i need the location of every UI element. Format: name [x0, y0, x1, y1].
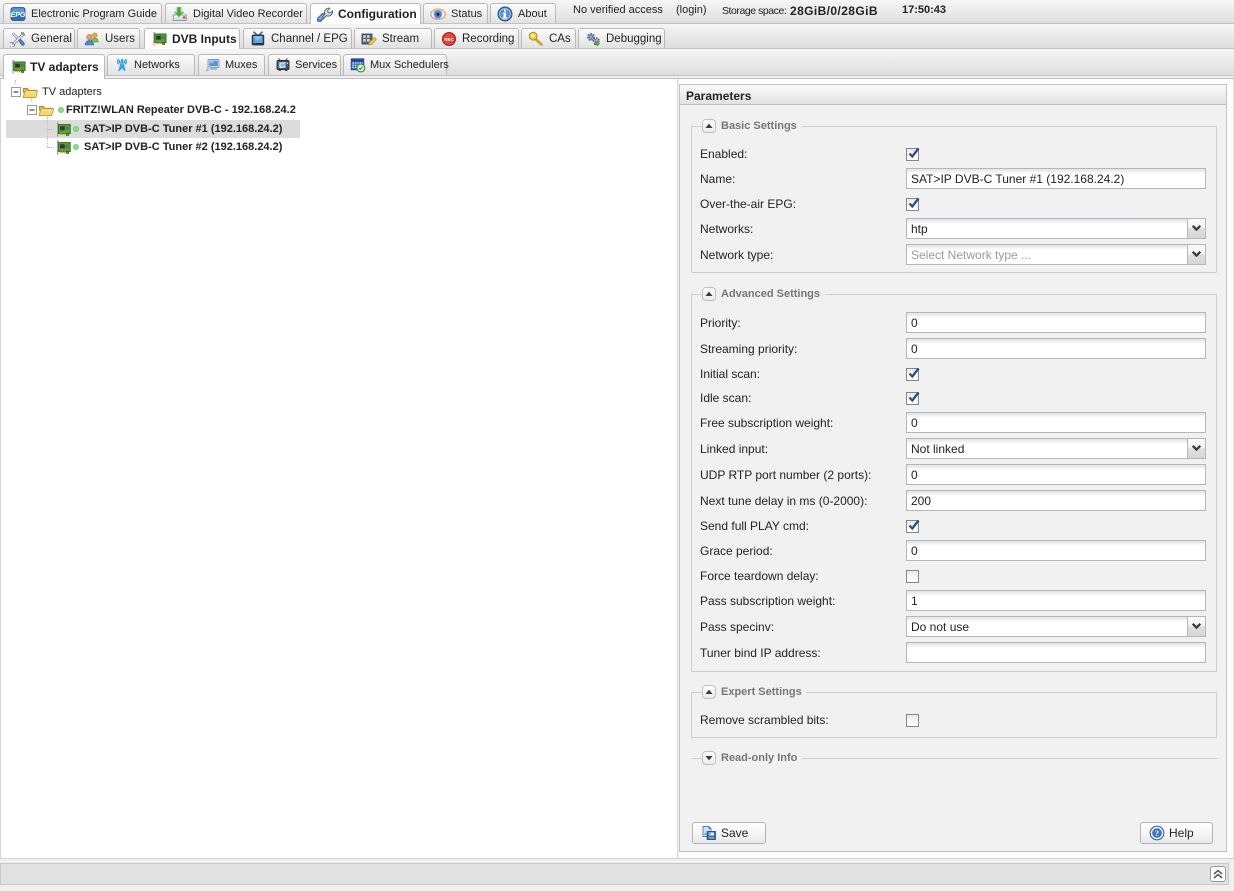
svg-text:REC: REC — [444, 37, 454, 42]
svg-text:EPG: EPG — [11, 11, 26, 18]
svg-text:?: ? — [1155, 829, 1159, 838]
